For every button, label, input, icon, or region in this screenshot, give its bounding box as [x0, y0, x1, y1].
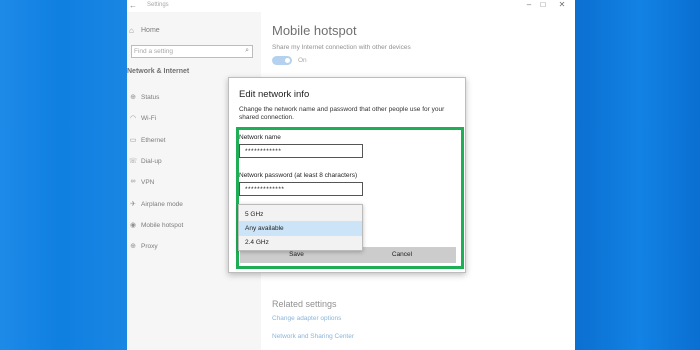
band-option-label: 2.4 GHz: [245, 239, 269, 246]
network-name-field[interactable]: ************: [239, 144, 363, 158]
dialog-description: Change the network name and password tha…: [239, 106, 445, 121]
network-name-value: ************: [245, 148, 282, 155]
band-option-5ghz[interactable]: 5 GHz: [239, 207, 362, 222]
band-option-any-available[interactable]: Any available: [239, 221, 362, 236]
network-password-field[interactable]: *************: [239, 182, 363, 196]
cancel-button[interactable]: Cancel: [348, 247, 456, 263]
network-name-label: Network name: [239, 134, 281, 141]
band-option-label: 5 GHz: [245, 211, 264, 218]
band-option-2-4ghz[interactable]: 2.4 GHz: [239, 235, 362, 250]
dialog-title: Edit network info: [239, 89, 310, 100]
network-band-dropdown[interactable]: 5 GHz Any available 2.4 GHz: [238, 204, 363, 251]
network-password-value: *************: [245, 186, 285, 193]
network-password-label: Network password (at least 8 characters): [239, 172, 358, 179]
band-option-label: Any available: [245, 225, 284, 232]
